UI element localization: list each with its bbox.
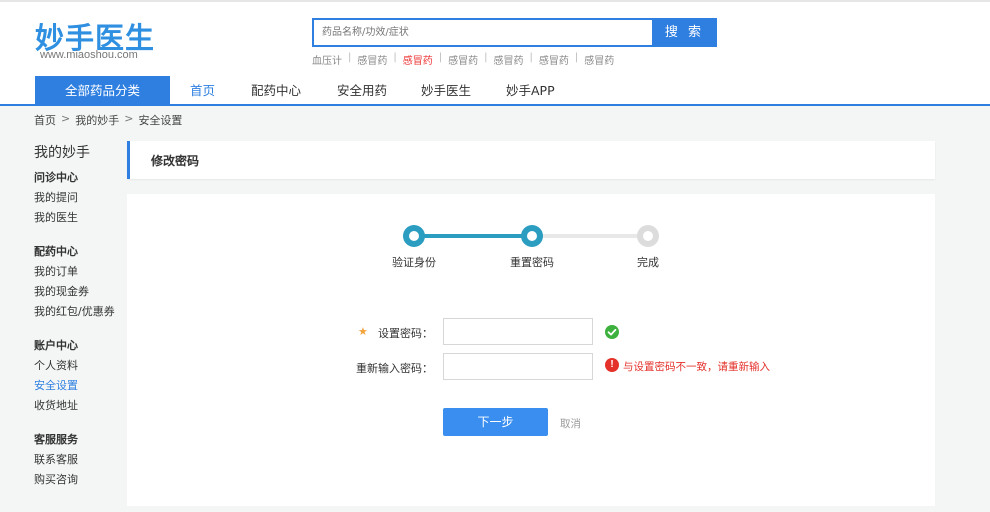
step-label-done: 完成 (637, 256, 659, 269)
sidebar-item-profile[interactable]: 个人资料 (34, 356, 119, 376)
sidebar-item-my-orders[interactable]: 我的订单 (34, 262, 119, 282)
error-message: 与设置密码不一致，请重新输入 (623, 361, 770, 373)
hot-word[interactable]: 感冒药 (584, 52, 614, 67)
search-box (312, 18, 652, 47)
divider: | (393, 52, 397, 63)
sidebar-item-cash-coupons[interactable]: 我的现金券 (34, 282, 119, 302)
sidebar-title: 我的妙手 (34, 145, 90, 161)
error-icon: ! (605, 358, 619, 372)
panel-header: 修改密码 (127, 141, 935, 179)
sidebar: 我的妙手 问诊中心 我的提问 我的医生 配药中心 我的订单 我的现金券 我的红包… (34, 142, 119, 490)
divider: | (438, 52, 443, 63)
sidebar-group-title: 配药中心 (34, 245, 78, 258)
chevron-right-icon: > (124, 112, 134, 125)
breadcrumb: 首页 > 我的妙手 > 安全设置 (34, 112, 182, 128)
sidebar-group-title: 账户中心 (34, 339, 78, 352)
step-label-reset: 重置密码 (510, 256, 554, 269)
step-connector-done (414, 234, 532, 238)
password-row: ★ 设置密码： (127, 318, 935, 348)
divider: | (484, 52, 488, 63)
sidebar-group-title: 客服服务 (34, 433, 78, 446)
hot-word[interactable]: 血压计 (312, 52, 342, 67)
confirm-password-row: 重新输入密码： ! 与设置密码不一致，请重新输入 (127, 353, 935, 383)
sidebar-group-title: 问诊中心 (34, 171, 78, 184)
sidebar-item-purchase-consult[interactable]: 购买咨询 (34, 470, 119, 490)
sidebar-item-contact-service[interactable]: 联系客服 (34, 450, 119, 470)
cancel-link[interactable]: 取消 (560, 416, 581, 431)
search-input[interactable] (314, 20, 652, 45)
change-password-panel: 验证身份 重置密码 完成 ★ 设置密码： 重新输入密码： ! 与设置密码不一致，… (127, 194, 935, 506)
step-connector-pending (532, 234, 647, 238)
sidebar-item-my-doctors[interactable]: 我的医生 (34, 208, 119, 228)
hot-word[interactable]: 感冒药 (357, 52, 387, 67)
sidebar-item-security[interactable]: 安全设置 (34, 376, 119, 396)
nav-item-doctor[interactable]: 妙手医生 (421, 76, 471, 106)
all-categories-button[interactable]: 全部药品分类 (35, 76, 170, 106)
step-dot-current (521, 225, 543, 247)
breadcrumb-current: 安全设置 (138, 114, 183, 127)
confirm-password-label: 重新输入密码： (356, 362, 433, 375)
password-label: 设置密码： (378, 327, 433, 340)
progress-steps: 验证身份 重置密码 完成 (127, 194, 935, 284)
sidebar-item-my-questions[interactable]: 我的提问 (34, 188, 119, 208)
chevron-right-icon: > (61, 112, 71, 125)
divider: | (574, 52, 579, 63)
hot-word-highlighted[interactable]: 感冒药 (403, 52, 433, 67)
sidebar-item-address[interactable]: 收货地址 (34, 396, 119, 416)
divider: | (529, 52, 533, 63)
required-star-icon: ★ (358, 325, 368, 338)
nav-item-safe-medication[interactable]: 安全用药 (337, 76, 387, 106)
site-header: 妙手医生 www.miaoshou.com 搜 索 血压计 | 感冒药 | 感冒… (0, 2, 990, 74)
step-dot-done (403, 225, 425, 247)
next-step-button[interactable]: 下一步 (443, 408, 548, 436)
sidebar-item-red-packets[interactable]: 我的红包/优惠券 (34, 302, 119, 322)
divider: | (348, 52, 352, 63)
page-title: 修改密码 (151, 154, 200, 168)
hot-search-words: 血压计 | 感冒药 | 感冒药 | 感冒药 | 感冒药 | 感冒药 | 感冒药 (312, 52, 614, 67)
nav-item-home[interactable]: 首页 (190, 76, 215, 106)
search-button[interactable]: 搜 索 (652, 18, 717, 47)
hot-word[interactable]: 感冒药 (539, 52, 569, 67)
site-url: www.miaoshou.com (40, 49, 138, 61)
breadcrumb-home[interactable]: 首页 (34, 112, 56, 128)
confirm-password-input[interactable] (443, 353, 593, 380)
nav-item-pharmacy[interactable]: 配药中心 (251, 76, 301, 106)
check-icon (605, 325, 619, 339)
breadcrumb-my-miaoshou[interactable]: 我的妙手 (75, 112, 119, 128)
main-nav: 全部药品分类 首页 配药中心 安全用药 妙手医生 妙手APP (0, 74, 990, 106)
hot-word[interactable]: 感冒药 (494, 52, 524, 67)
nav-item-app[interactable]: 妙手APP (506, 76, 555, 106)
step-dot-pending (637, 225, 659, 247)
step-label-verify: 验证身份 (392, 256, 436, 269)
hot-word[interactable]: 感冒药 (448, 52, 478, 67)
password-input[interactable] (443, 318, 593, 345)
